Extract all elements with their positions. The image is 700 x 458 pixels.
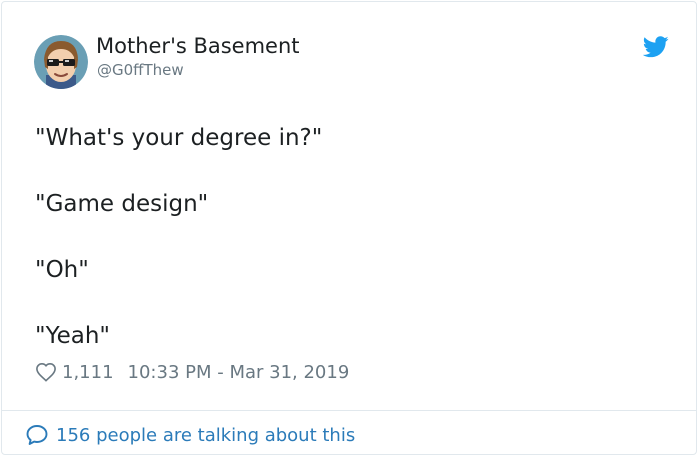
- conversation-link[interactable]: 156 people are talking about this: [25, 422, 355, 448]
- tweet-text-line: "Game design": [35, 191, 209, 217]
- twitter-bird-icon[interactable]: [642, 36, 669, 58]
- tweet-text-line: "Oh": [35, 257, 89, 283]
- avatar-face-icon: [34, 35, 88, 89]
- conversation-count-text[interactable]: 156 people are talking about this: [56, 425, 355, 446]
- author-handle[interactable]: @G0ffThew: [97, 60, 184, 80]
- speech-bubble-icon: [26, 425, 48, 445]
- tweet-text-line: "What's your degree in?": [35, 125, 323, 151]
- avatar[interactable]: [34, 35, 88, 89]
- divider: [2, 410, 696, 411]
- tweet-card: Mother's Basement @G0ffThew "What's your…: [1, 1, 697, 455]
- tweet-meta: 1,111 10:33 PM - Mar 31, 2019: [35, 359, 349, 385]
- author-name[interactable]: Mother's Basement: [96, 33, 300, 59]
- like-count[interactable]: 1,111: [62, 362, 114, 383]
- heart-icon[interactable]: [35, 362, 57, 382]
- tweet-text-line: "Yeah": [35, 323, 110, 349]
- tweet-timestamp[interactable]: 10:33 PM - Mar 31, 2019: [128, 362, 350, 383]
